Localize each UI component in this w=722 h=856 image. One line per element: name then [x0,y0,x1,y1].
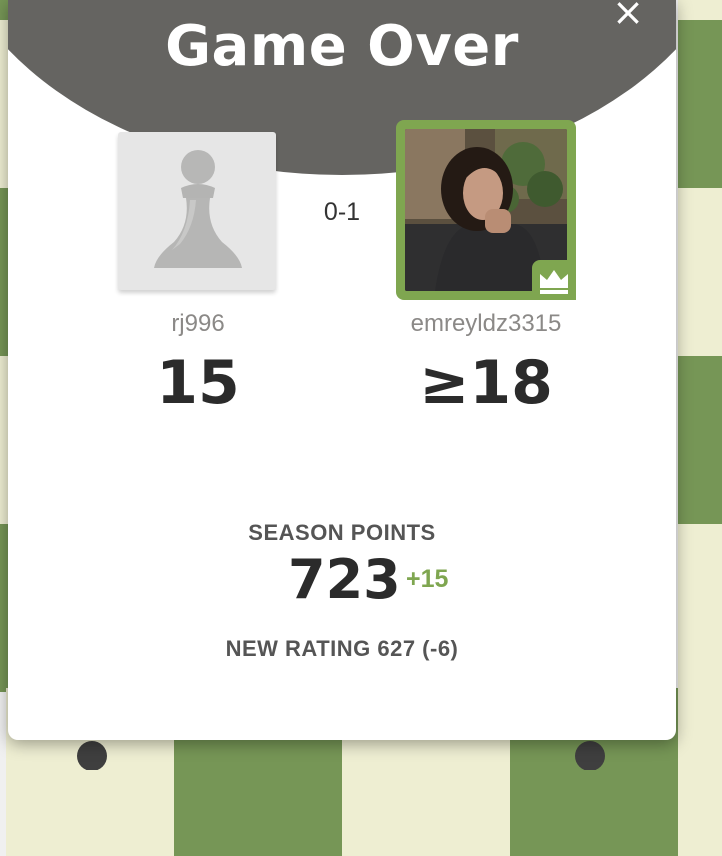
premium-badge [532,260,576,300]
game-over-modal: Game Over × 0-1 rj996 emreyldz3315 15 ≥1… [8,0,676,740]
player-rating-white: 15 [156,348,240,418]
player-username-black[interactable]: emreyldz3315 [376,310,596,338]
season-points-label: SEASON POINTS [248,520,436,545]
board-pawn-icon [575,741,605,770]
player-avatar-black[interactable] [396,120,576,300]
player-username-white[interactable]: rj996 [108,310,288,338]
close-icon[interactable]: × [606,0,650,36]
crown-icon [540,270,568,294]
player-avatar-white[interactable] [118,132,276,290]
board-pawn-icon [77,741,107,770]
season-points-value: 723 [288,548,401,611]
player-rating-black: ≥18 [419,348,553,418]
modal-title: Game Over [165,14,519,79]
new-rating-text: NEW RATING 627 (-6) [225,636,459,661]
season-points-delta: +15 [406,565,449,593]
game-result: 0-1 [323,198,361,226]
pawn-icon [154,150,242,268]
